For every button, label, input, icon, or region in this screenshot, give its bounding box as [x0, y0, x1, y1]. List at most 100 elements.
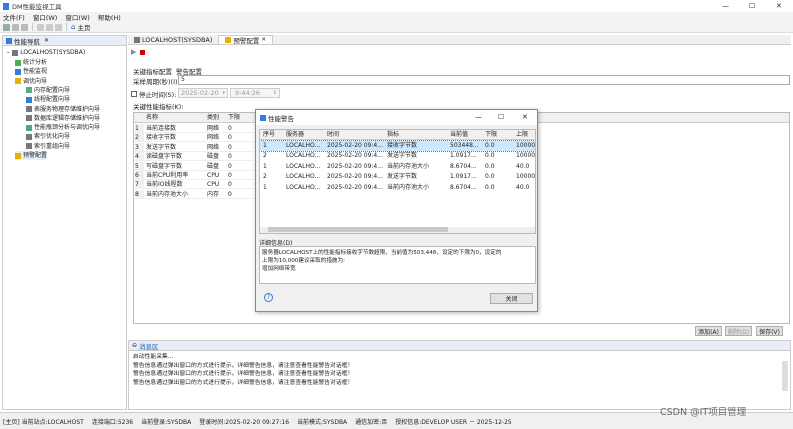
row-number: 1 [135, 124, 144, 133]
alert-cell-server: LOCALHO... [286, 152, 321, 160]
alert-col-header[interactable]: 上限 [516, 130, 528, 139]
alert-col-header[interactable]: 下限 [485, 130, 497, 139]
delete-button[interactable]: 删除(D) [725, 326, 752, 336]
tab-localhost[interactable]: LOCALHOST(SYSDBA) [128, 35, 218, 44]
time-spinner-icon[interactable]: ⇕ [273, 90, 277, 96]
metric-row[interactable]: 4 读磁盘字节数 磁盘 0 [134, 152, 254, 162]
dialog-minimize-button[interactable]: — [475, 113, 482, 121]
alert-row[interactable]: 2 LOCALHO... 2025-02-20 09:4... 发送字节数 1.0917… [260, 172, 535, 182]
metric-row[interactable]: 6 当前CPU利用率 CPU 0 [134, 171, 254, 180]
save-icon[interactable] [21, 23, 28, 31]
tree-item[interactable]: 调优向导 [15, 77, 47, 86]
tab-close-icon[interactable]: ✕ [261, 37, 266, 43]
alert-col-header[interactable]: 指标 [387, 130, 399, 139]
home-label[interactable]: 主页 [77, 22, 90, 32]
collapse-icon[interactable]: ⌄ [6, 48, 10, 57]
help-icon[interactable]: ? [264, 293, 273, 302]
paste-icon[interactable] [55, 23, 62, 31]
dialog-close-button[interactable]: 关闭 [490, 293, 533, 304]
menu-window-1[interactable]: 窗口(W) [33, 12, 58, 22]
run-controls: ▶ [131, 48, 146, 56]
tree-item[interactable]: 内存配置向导 [26, 86, 70, 95]
menu-window-2[interactable]: 窗口(W) [65, 12, 90, 22]
alert-hscrollbar[interactable] [260, 227, 535, 233]
message-line: 警告信息通过弹出窗口的方式进行提示，详细警告信息，请注意查看性能警告对话框！ [133, 362, 354, 369]
stop-icon[interactable] [140, 49, 146, 55]
alert-col-header[interactable]: 当前值 [450, 130, 468, 139]
alert-row[interactable]: 1 LOCALHO... 2025-02-20 09:4... 当前内存池大小 8.67… [260, 162, 535, 172]
minimize-button[interactable]: — [722, 2, 729, 10]
menu-bar: 文件(F) 窗口(W) 窗口(W) 帮助(H) [0, 12, 793, 22]
tree-item[interactable]: 数据库逻辑存储维护向导 [26, 114, 100, 123]
stop-label: 停止时间(S): [139, 91, 177, 99]
alert-cell-n: 1 [263, 142, 267, 149]
tree-item-icon [15, 78, 21, 85]
col-low[interactable]: 下限 [228, 113, 240, 122]
alert-row[interactable]: 1 LOCALHO... 2025-02-20 09:4... 当前内存池大小 8.67… [260, 183, 535, 193]
status-item: 授权信息:DEVELOP USER － 2025-12-25 [395, 419, 512, 426]
alert-cell-time: 2025-02-20 09:4... [327, 162, 383, 170]
col-name[interactable]: 名称 [146, 113, 158, 122]
tab-alert-config[interactable]: 预警配置 ✕ [218, 35, 274, 45]
metric-row[interactable]: 8 当前内存池大小 内存 0 [134, 189, 254, 199]
status-item: [主页] 当前站点:LOCALHOST [3, 419, 84, 426]
tree-item-icon [26, 106, 32, 112]
cut-icon[interactable] [37, 23, 44, 31]
tree-item[interactable]: 性能监视 [15, 67, 47, 76]
metric-row[interactable]: 3 发送字节数 网络 0 [134, 142, 254, 152]
alert-row[interactable]: 1 LOCALHO... 2025-02-20 09:4... 接收字节数 503448… [260, 140, 535, 152]
home-icon[interactable]: ⌂ [71, 23, 75, 31]
nav-close-icon[interactable]: ✕ [44, 37, 49, 44]
metric-name: 当前CPU利用率 [146, 172, 189, 179]
stop-time-field[interactable]: 9:44:26 ⇕ [230, 88, 280, 98]
message-scrollbar[interactable] [782, 361, 788, 391]
alert-col-header[interactable]: 时间 [327, 130, 339, 139]
new-icon[interactable] [3, 23, 10, 31]
tree-item-icon [26, 143, 32, 150]
metric-category: 磁盘 [207, 153, 220, 161]
message-panel: ⊖ 消息区 启动性能采集... 警告信息通过弹出窗口的方式进行提示，详细警告信息，… [128, 340, 791, 410]
tree-item[interactable]: 性能瓶颈分析与调优向导 [26, 123, 100, 132]
metric-row[interactable]: 5 写磁盘字节数 磁盘 0 [134, 161, 254, 171]
tree-item[interactable]: 索引优化向导 [26, 132, 70, 141]
close-button[interactable]: ✕ [776, 2, 782, 10]
tree-item[interactable]: 预警配置 [15, 151, 48, 160]
tree-item-icon [26, 115, 32, 122]
date-dropdown-icon[interactable]: ▾ [222, 90, 225, 96]
tree-item[interactable]: 线程配置向导 [26, 95, 70, 104]
tree-item[interactable]: 表服务物理存储维护向导 [26, 105, 100, 114]
tree-item-label: 索引重组向导 [34, 142, 71, 150]
period-input[interactable]: 5 [178, 75, 790, 85]
open-icon[interactable] [12, 23, 19, 31]
tree-root[interactable]: ⌄ LOCALHOST(SYSDBA) [6, 48, 85, 57]
copy-icon[interactable] [46, 23, 53, 31]
dialog-close-icon[interactable]: ✕ [522, 113, 528, 121]
metric-row[interactable]: 7 当前IO线程数 CPU 0 [134, 180, 254, 190]
title-bar: DM性能监视工具 — ☐ ✕ [0, 0, 793, 12]
alert-cell-low: 0.0 [485, 173, 495, 181]
stop-date-field[interactable]: 2025-02-20 ▾ [178, 88, 228, 98]
save-button[interactable]: 保存(V) [756, 326, 783, 336]
subtab-key-metrics[interactable]: 关键指标配置 [133, 66, 172, 76]
nav-title: 性能导航 [14, 37, 40, 46]
menu-help[interactable]: 帮助(H) [98, 12, 121, 22]
tree-item[interactable]: 索引重组向导 [26, 142, 70, 151]
maximize-button[interactable]: ☐ [749, 2, 755, 10]
alert-cell-low: 0.0 [485, 152, 495, 160]
dialog-title-bar: 性能警告 — ☐ ✕ [256, 110, 537, 125]
play-icon[interactable]: ▶ [131, 48, 136, 56]
dialog-maximize-button[interactable]: ☐ [498, 113, 504, 121]
metric-category: 网络 [207, 143, 220, 151]
metric-row[interactable]: 1 当前连接数 网络 0 [134, 124, 254, 133]
alert-col-header[interactable]: 服务器 [286, 130, 304, 139]
col-category[interactable]: 类别 [207, 113, 219, 122]
stop-checkbox[interactable] [131, 91, 137, 97]
menu-file[interactable]: 文件(F) [3, 12, 25, 22]
alert-hscroll-thumb[interactable] [268, 227, 448, 232]
alert-col-header[interactable]: 序号 [263, 130, 275, 139]
tree-item[interactable]: 统计分析 [15, 58, 47, 67]
status-item: 当前模式:SYSDBA [297, 419, 348, 426]
metric-row[interactable]: 2 接收字节数 网络 0 [134, 133, 254, 143]
add-button[interactable]: 添加(A) [695, 326, 722, 336]
alert-row[interactable]: 2 LOCALHO... 2025-02-20 09:4... 发送字节数 1.0917… [260, 151, 535, 161]
